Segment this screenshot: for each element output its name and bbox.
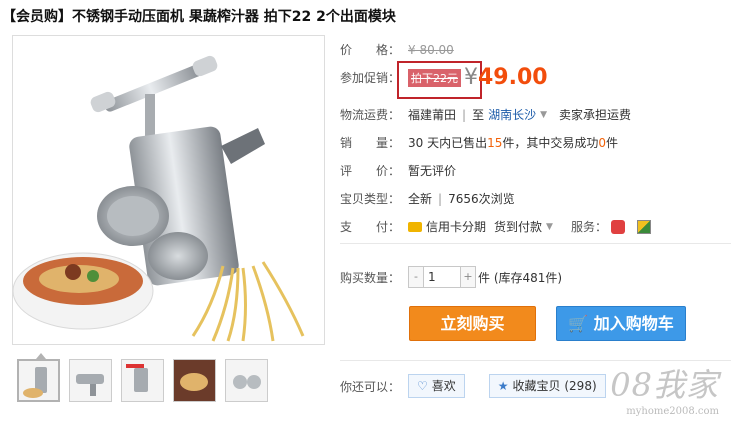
shipping-from: 福建莆田 bbox=[408, 108, 457, 122]
credit-card-icon bbox=[408, 221, 422, 232]
cash-on-delivery[interactable]: 货到付款 bbox=[494, 218, 542, 235]
type-divider: | bbox=[438, 191, 443, 206]
promo-row: 参加促销： 拍下22元 ¥ 49.00 bbox=[340, 65, 548, 90]
sales-success-count: 0 bbox=[598, 135, 607, 150]
buy-now-button[interactable]: 立刻购买 bbox=[409, 306, 536, 341]
stock-info: 件 (库存481件) bbox=[478, 270, 563, 285]
sales-label: 销 量： bbox=[340, 136, 401, 150]
noodle-press-illustration bbox=[13, 55, 305, 342]
price-row: 价 格： ¥ 80.00 bbox=[340, 41, 454, 58]
shipping-destination-select[interactable]: 湖南长沙 bbox=[488, 106, 536, 123]
review-value: 暂无评价 bbox=[408, 164, 457, 178]
shipping-divider: | bbox=[462, 107, 467, 122]
price-label: 价 格： bbox=[340, 43, 401, 57]
quantity-row: 购买数量： - 1 + 件 (库存481件) bbox=[340, 266, 562, 288]
extra-actions-row: 你还可以： ♡ 喜欢 ★ 收藏宝贝 (298) bbox=[340, 374, 606, 398]
shipping-note: 卖家承担运费 bbox=[559, 108, 632, 122]
sales-prefix: 30 天内已售出 bbox=[408, 136, 488, 150]
add-to-cart-label: 加入购物车 bbox=[593, 314, 674, 333]
quantity-decrease-button[interactable]: - bbox=[409, 267, 423, 287]
thumbnail-3[interactable] bbox=[121, 359, 164, 402]
sales-count: 15 bbox=[487, 135, 503, 150]
promo-tag[interactable]: 拍下22元 bbox=[408, 68, 461, 87]
service-shield-icon[interactable] bbox=[636, 219, 651, 234]
type-row: 宝贝类型： 全新 | 7656次浏览 bbox=[340, 190, 515, 207]
review-label: 评 价： bbox=[340, 164, 401, 178]
watermark: 08我家 myhome2008.com bbox=[610, 360, 719, 417]
promo-label: 参加促销： bbox=[340, 71, 401, 85]
chevron-down-icon[interactable]: ▼ bbox=[540, 110, 547, 120]
payment-row: 支 付： 信用卡分期 货到付款 ▼ 服务： bbox=[340, 218, 651, 235]
extra-label: 你还可以： bbox=[340, 379, 401, 394]
service-label: 服务： bbox=[570, 220, 607, 234]
thumbnail-2[interactable] bbox=[69, 359, 112, 402]
thumbnail-1[interactable] bbox=[17, 359, 60, 402]
quantity-stepper: - 1 + bbox=[408, 266, 476, 288]
product-title: 【会员购】不锈钢手动压面机 果蔬榨汁器 拍下22 2个出面模块 bbox=[2, 9, 396, 25]
service-gift-icon[interactable] bbox=[610, 219, 625, 234]
watermark-logo-text: 08我家 bbox=[610, 366, 719, 404]
credit-installment[interactable]: 信用卡分期 bbox=[426, 218, 486, 235]
favorite-button[interactable]: ★ 收藏宝贝 (298) bbox=[488, 374, 606, 398]
like-button[interactable]: ♡ 喜欢 bbox=[408, 374, 465, 398]
shipping-to-prefix: 至 bbox=[472, 108, 485, 122]
original-price: ¥ 80.00 bbox=[408, 42, 454, 57]
add-to-cart-button[interactable]: 🛒 加入购物车 bbox=[556, 306, 686, 341]
sales-row: 销 量： 30 天内已售出 15 件，其中交易成功 0 件 bbox=[340, 134, 618, 151]
section-divider bbox=[340, 243, 731, 244]
type-value: 全新 bbox=[408, 192, 433, 206]
cart-icon: 🛒 bbox=[568, 314, 589, 333]
promo-price: 49.00 bbox=[478, 65, 548, 90]
heart-icon: ♡ bbox=[417, 379, 428, 393]
review-row: 评 价： 暂无评价 bbox=[340, 162, 456, 179]
quantity-increase-button[interactable]: + bbox=[461, 267, 475, 287]
sales-middle: 件，其中交易成功 bbox=[502, 136, 599, 150]
quantity-label: 购买数量： bbox=[340, 270, 401, 285]
sales-suffix: 件 bbox=[606, 136, 619, 150]
star-icon: ★ bbox=[497, 379, 509, 393]
like-label: 喜欢 bbox=[431, 379, 456, 393]
thumbnail-4[interactable] bbox=[173, 359, 216, 402]
watermark-url: myhome2008.com bbox=[626, 406, 719, 417]
view-count: 7656次浏览 bbox=[448, 192, 515, 206]
thumbnail-5[interactable] bbox=[225, 359, 268, 402]
shipping-label: 物流运费： bbox=[340, 108, 401, 122]
chevron-down-icon[interactable]: ▼ bbox=[546, 222, 553, 232]
currency-symbol: ¥ bbox=[464, 65, 478, 90]
product-main-image[interactable] bbox=[12, 35, 325, 345]
payment-label: 支 付： bbox=[340, 220, 401, 234]
type-label: 宝贝类型： bbox=[340, 192, 401, 206]
thumbnail-strip bbox=[17, 359, 268, 402]
quantity-input[interactable]: 1 bbox=[423, 267, 461, 287]
shipping-row: 物流运费： 福建莆田 | 至 湖南长沙 ▼ 卖家承担运费 bbox=[340, 106, 631, 123]
favorite-label: 收藏宝贝 (298) bbox=[512, 379, 597, 393]
